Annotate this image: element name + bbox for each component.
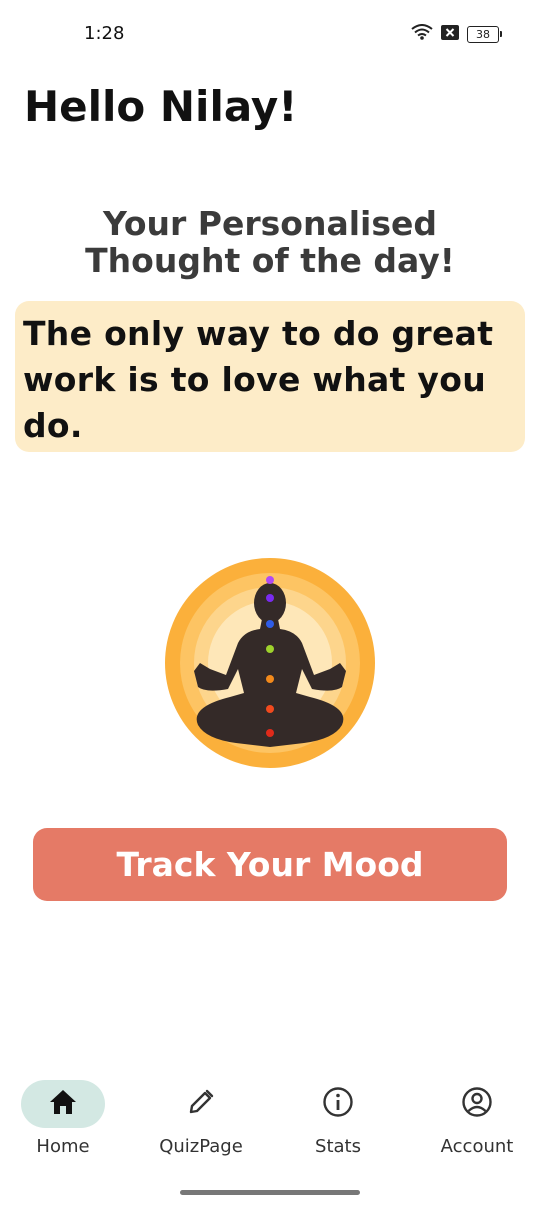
home-icon [48, 1088, 78, 1120]
status-bar: 1:28 38 [0, 0, 540, 70]
thought-title-line1: Your Personalised [103, 204, 437, 243]
pencil-icon [186, 1087, 216, 1121]
nav-label-account: Account [440, 1136, 514, 1157]
greeting-title: Hello Nilay! [24, 82, 298, 131]
nav-home-indicator [21, 1080, 105, 1128]
nav-item-stats[interactable]: Stats [273, 1080, 403, 1160]
notification-x-icon [441, 24, 459, 44]
thought-title: Your Personalised Thought of the day! [0, 205, 540, 279]
status-time: 1:28 [84, 23, 125, 44]
status-icons: 38 [411, 24, 502, 44]
info-icon [322, 1086, 354, 1122]
nav-label-stats: Stats [315, 1136, 361, 1157]
thought-title-line2: Thought of the day! [85, 241, 455, 280]
battery-icon: 38 [467, 25, 502, 43]
home-gesture-bar[interactable] [180, 1190, 360, 1195]
bottom-navigation: Home QuizPage Stats Account [0, 1070, 540, 1170]
nav-item-home[interactable]: Home [0, 1080, 128, 1160]
nav-label-quizpage: QuizPage [159, 1136, 243, 1157]
quote-text: The only way to do great work is to love… [23, 314, 494, 445]
nav-label-home: Home [36, 1136, 90, 1157]
battery-level: 38 [467, 25, 499, 43]
wifi-icon [411, 24, 433, 44]
nav-item-quizpage[interactable]: QuizPage [136, 1080, 266, 1160]
quote-card: The only way to do great work is to love… [15, 301, 525, 452]
track-mood-button[interactable]: Track Your Mood [33, 828, 507, 901]
account-circle-icon [461, 1086, 493, 1122]
meditation-chakra-icon [164, 557, 376, 769]
nav-item-account[interactable]: Account [412, 1080, 540, 1160]
